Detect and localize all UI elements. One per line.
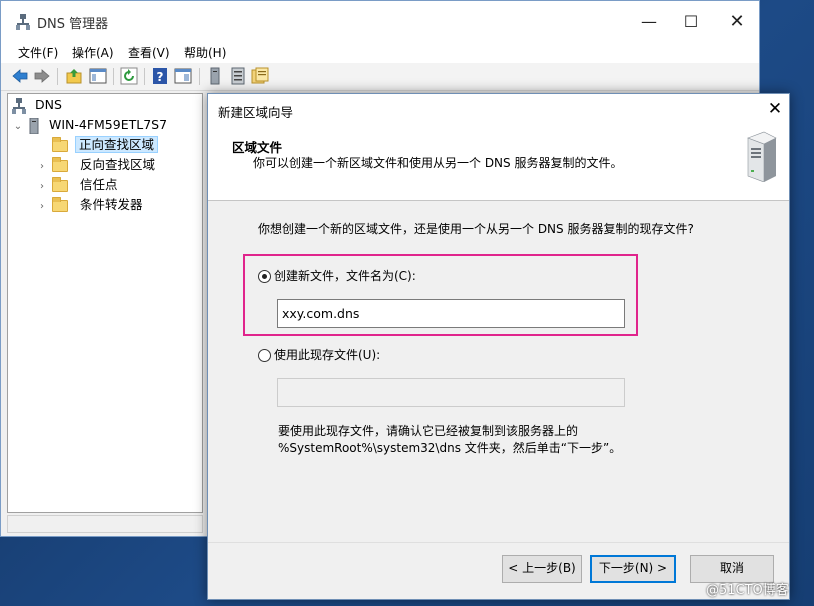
radio-unchecked-icon[interactable] xyxy=(258,349,271,362)
server-tower-icon xyxy=(747,131,777,182)
wizard-footer: < 上一步(B) 下一步(N) > 取消 xyxy=(208,542,789,601)
records-icon[interactable] xyxy=(251,67,269,85)
menu-view[interactable]: 查看(V) xyxy=(128,44,170,61)
folder-icon xyxy=(51,156,68,172)
menu-file[interactable]: 文件(F) xyxy=(18,44,58,61)
menu-bar: 文件(F) 操作(A) 查看(V) 帮助(H) xyxy=(1,39,759,63)
chevron-right-icon[interactable]: › xyxy=(36,197,48,217)
wizard-note: 要使用此现存文件，请确认它已经被复制到该服务器上的 %SystemRoot%\s… xyxy=(278,423,621,457)
radio-use-existing-file[interactable]: 使用此现存文件(U): xyxy=(258,348,380,362)
watermark: @51CTO博客 xyxy=(706,583,789,598)
folder-icon xyxy=(51,176,68,192)
tree-item-server[interactable]: ⌄ WIN-4FM59ETL7S7 xyxy=(12,115,172,135)
radio-checked-icon[interactable] xyxy=(258,270,271,283)
toolbar: ? xyxy=(1,63,759,91)
wizard-header: 区域文件 你可以创建一个新区域文件和使用从另一个 DNS 服务器复制的文件。 xyxy=(208,124,789,201)
up-folder-icon[interactable] xyxy=(65,67,83,85)
tree-label-forward-lookup: 正向查找区域 xyxy=(74,136,158,153)
maximize-button[interactable]: ☐ xyxy=(671,9,711,35)
wizard-title-bar[interactable]: 新建区域向导 ✕ xyxy=(208,94,789,124)
wizard-question: 你想创建一个新的区域文件，还是使用一个从另一个 DNS 服务器复制的现存文件? xyxy=(258,222,694,236)
horizontal-scrollbar[interactable] xyxy=(7,515,203,533)
wizard-title: 新建区域向导 xyxy=(218,105,294,120)
show-hide-console-icon[interactable] xyxy=(89,67,107,85)
server-icon[interactable] xyxy=(206,67,224,85)
console-tree: DNS ⌄ WIN-4FM59ETL7S7 › 正向查找区域 › 反向查找区域 … xyxy=(7,93,203,513)
new-zone-wizard-dialog: 新建区域向导 ✕ 区域文件 你可以创建一个新区域文件和使用从另一个 DNS 服务… xyxy=(207,93,790,600)
tree-item-reverse-lookup[interactable]: › 反向查找区域 xyxy=(36,155,160,175)
tree-item-trust-points[interactable]: › 信任点 xyxy=(36,175,122,195)
tree-item-conditional-forwarders[interactable]: › 条件转发器 xyxy=(36,195,147,215)
zone-list-icon[interactable] xyxy=(229,67,247,85)
toolbar-separator xyxy=(199,68,200,85)
menu-help[interactable]: 帮助(H) xyxy=(184,44,226,61)
wizard-step-subtitle: 你可以创建一个新区域文件和使用从另一个 DNS 服务器复制的文件。 xyxy=(253,156,623,170)
tree-item-dns[interactable]: DNS xyxy=(12,95,67,115)
chevron-down-icon[interactable]: ⌄ xyxy=(12,117,24,137)
wizard-body: 你想创建一个新的区域文件，还是使用一个从另一个 DNS 服务器复制的现存文件? … xyxy=(208,202,789,542)
dns-app-icon xyxy=(16,14,30,30)
tree-label-reverse-lookup: 反向查找区域 xyxy=(79,157,155,172)
folder-icon xyxy=(51,136,68,152)
tree-label-dns: DNS xyxy=(34,97,62,112)
help-icon[interactable]: ? xyxy=(151,67,169,85)
properties-icon[interactable] xyxy=(174,67,192,85)
radio-create-new-label: 创建新文件，文件名为(C): xyxy=(274,269,416,283)
radio-use-existing-label: 使用此现存文件(U): xyxy=(274,348,381,362)
chevron-right-icon[interactable]: › xyxy=(36,157,48,177)
next-button[interactable]: 下一步(N) > xyxy=(590,555,676,583)
forward-arrow-icon[interactable] xyxy=(33,67,51,85)
back-button[interactable]: < 上一步(B) xyxy=(502,555,582,583)
refresh-icon[interactable] xyxy=(120,67,138,85)
toolbar-separator xyxy=(113,68,114,85)
wizard-note-line1: 要使用此现存文件，请确认它已经被复制到该服务器上的 xyxy=(278,424,579,438)
folder-icon xyxy=(51,196,68,212)
server-icon xyxy=(29,117,39,134)
window-title: DNS 管理器 xyxy=(37,17,109,32)
new-filename-input[interactable]: xxy.com.dns xyxy=(277,299,625,328)
tree-label-conditional-forwarders: 条件转发器 xyxy=(79,197,143,212)
existing-filename-input[interactable] xyxy=(277,378,625,407)
minimize-button[interactable]: — xyxy=(629,9,669,35)
svg-text:?: ? xyxy=(157,70,164,84)
back-arrow-icon[interactable] xyxy=(11,67,29,85)
title-bar[interactable]: DNS 管理器 — ☐ ✕ xyxy=(1,1,759,39)
toolbar-separator xyxy=(144,68,145,85)
tree-item-forward-lookup[interactable]: › 正向查找区域 xyxy=(36,135,158,155)
chevron-right-icon[interactable]: › xyxy=(36,177,48,197)
menu-action[interactable]: 操作(A) xyxy=(72,44,114,61)
dns-icon xyxy=(12,97,26,114)
wizard-close-button[interactable]: ✕ xyxy=(764,98,786,120)
toolbar-separator xyxy=(57,68,58,85)
wizard-note-line2: %SystemRoot%\system32\dns 文件夹，然后单击“下一步”。 xyxy=(278,441,622,455)
radio-create-new-file[interactable]: 创建新文件，文件名为(C): xyxy=(258,269,416,283)
tree-label-trust-points: 信任点 xyxy=(79,177,118,192)
close-button[interactable]: ✕ xyxy=(717,9,757,35)
tree-label-server: WIN-4FM59ETL7S7 xyxy=(48,117,168,132)
